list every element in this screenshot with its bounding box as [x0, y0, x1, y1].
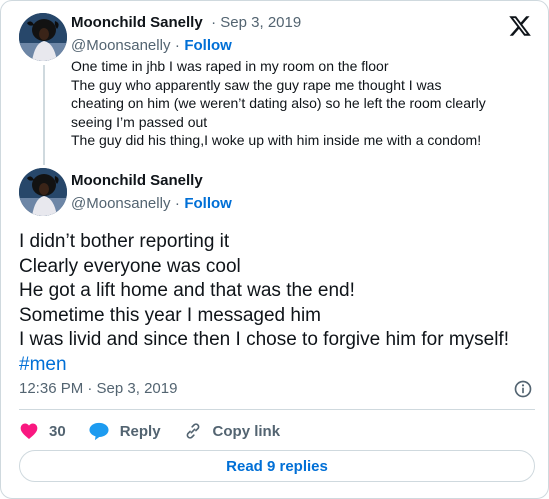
parent-line: seeing I’m passed out	[71, 113, 208, 130]
main-line: I didn’t bother reporting it	[19, 231, 230, 252]
parent-author-name[interactable]: Moonchild Sanelly	[71, 14, 203, 31]
thread-connector-line	[43, 65, 45, 165]
parent-line: One time in jhb I was raped in my room o…	[71, 58, 389, 74]
main-handle-row: @Moonsanelly · Follow	[71, 195, 232, 213]
like-button[interactable]: 30	[19, 421, 66, 441]
parent-handle-row: @Moonsanelly · Follow	[71, 37, 232, 55]
main-line: Clearly everyone was cool	[19, 255, 241, 277]
parent-line: cheating on him (we weren’t dating also)…	[71, 95, 486, 111]
parent-avatar[interactable]	[19, 13, 67, 61]
link-icon	[186, 423, 199, 439]
like-count: 30	[49, 422, 66, 440]
parent-line: The guy did his thing,I woke up with him…	[71, 132, 482, 148]
speech-bubble-icon	[89, 422, 109, 441]
main-author-name[interactable]: Moonchild Sanelly	[71, 172, 203, 189]
parent-date[interactable]: · Sep 3, 2019	[211, 14, 301, 31]
tweet-timestamp[interactable]: 12:36 PM · Sep 3, 2019	[19, 380, 177, 397]
copy-link-label: Copy link	[212, 422, 281, 440]
x-logo-icon[interactable]	[507, 14, 533, 38]
read-replies-button[interactable]: Read 9 replies	[19, 450, 535, 482]
main-avatar[interactable]	[19, 168, 67, 216]
reply-button[interactable]: Reply	[88, 421, 161, 441]
parent-header: Moonchild Sanelly · Sep 3, 2019	[71, 14, 301, 32]
main-tweet-text: I didn’t bother reporting it Clearly eve…	[19, 230, 539, 377]
main-handle[interactable]: @Moonsanelly	[71, 195, 170, 212]
main-line: Sometime this year I messaged him	[19, 304, 322, 326]
parent-follow-button[interactable]: Follow	[184, 37, 232, 54]
parent-line: The guy who apparently saw the guy rape …	[71, 76, 442, 93]
main-line: I was livid and since then I chose to fo…	[19, 329, 509, 350]
tweet-actions-bar: 30 Reply Copy link	[19, 419, 302, 443]
main-line: He got a lift home and that was the end!	[19, 280, 355, 301]
parent-handle[interactable]: @Moonsanelly	[71, 37, 170, 54]
main-header: Moonchild Sanelly	[71, 172, 203, 190]
main-separator: ·	[174, 195, 180, 212]
main-follow-button[interactable]: Follow	[184, 195, 232, 212]
copy-link-button[interactable]: Copy link	[183, 421, 281, 441]
parent-tweet-text: One time in jhb I was raped in my room o…	[71, 57, 541, 150]
embedded-tweet-card: Moonchild Sanelly · Sep 3, 2019 @Moonsan…	[0, 0, 549, 499]
actions-divider	[19, 409, 535, 410]
info-icon[interactable]	[513, 379, 533, 399]
hashtag-link[interactable]: #men	[19, 354, 67, 375]
reply-label: Reply	[119, 422, 161, 440]
parent-separator: ·	[174, 37, 180, 54]
heart-icon	[20, 423, 38, 439]
